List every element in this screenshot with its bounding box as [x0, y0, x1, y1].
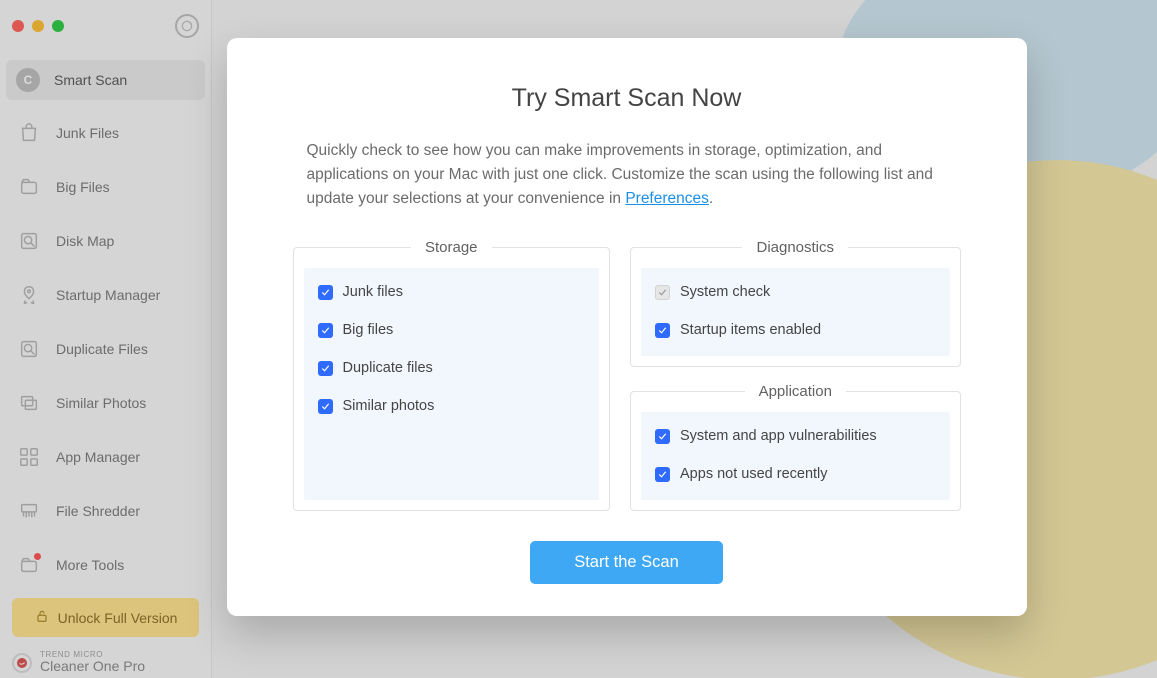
preferences-link[interactable]: Preferences: [625, 190, 709, 207]
option-label: Big files: [343, 322, 394, 338]
option-label: Startup items enabled: [680, 322, 821, 338]
checkbox-checked-icon: [318, 323, 333, 338]
option-label: System check: [680, 284, 770, 300]
smart-scan-modal: Try Smart Scan Now Quickly check to see …: [227, 38, 1027, 616]
group-storage: Storage Junk files Big files Duplicate f…: [293, 239, 611, 511]
checkbox-disabled-icon: [655, 285, 670, 300]
start-scan-button[interactable]: Start the Scan: [530, 541, 723, 584]
option-similar-photos[interactable]: Similar photos: [318, 398, 586, 414]
checkbox-checked-icon: [318, 361, 333, 376]
checkbox-checked-icon: [655, 323, 670, 338]
option-label: Similar photos: [343, 398, 435, 414]
option-big-files[interactable]: Big files: [318, 322, 586, 338]
group-diagnostics-legend: Diagnostics: [742, 239, 848, 256]
group-application: Application System and app vulnerabiliti…: [630, 383, 960, 511]
option-vulnerabilities[interactable]: System and app vulnerabilities: [655, 428, 935, 444]
option-label: Junk files: [343, 284, 403, 300]
group-application-legend: Application: [745, 383, 846, 400]
checkbox-checked-icon: [655, 467, 670, 482]
option-label: Duplicate files: [343, 360, 433, 376]
option-duplicate-files[interactable]: Duplicate files: [318, 360, 586, 376]
scan-groups: Storage Junk files Big files Duplicate f…: [293, 239, 961, 511]
modal-description: Quickly check to see how you can make im…: [307, 139, 947, 211]
checkbox-checked-icon: [318, 399, 333, 414]
checkbox-checked-icon: [655, 429, 670, 444]
modal-title: Try Smart Scan Now: [293, 84, 961, 113]
option-unused-apps[interactable]: Apps not used recently: [655, 466, 935, 482]
option-label: System and app vulnerabilities: [680, 428, 877, 444]
option-system-check[interactable]: System check: [655, 284, 935, 300]
option-label: Apps not used recently: [680, 466, 828, 482]
option-startup-items[interactable]: Startup items enabled: [655, 322, 935, 338]
group-storage-legend: Storage: [411, 239, 492, 256]
checkbox-checked-icon: [318, 285, 333, 300]
group-diagnostics: Diagnostics System check Startup items e…: [630, 239, 960, 367]
option-junk-files[interactable]: Junk files: [318, 284, 586, 300]
